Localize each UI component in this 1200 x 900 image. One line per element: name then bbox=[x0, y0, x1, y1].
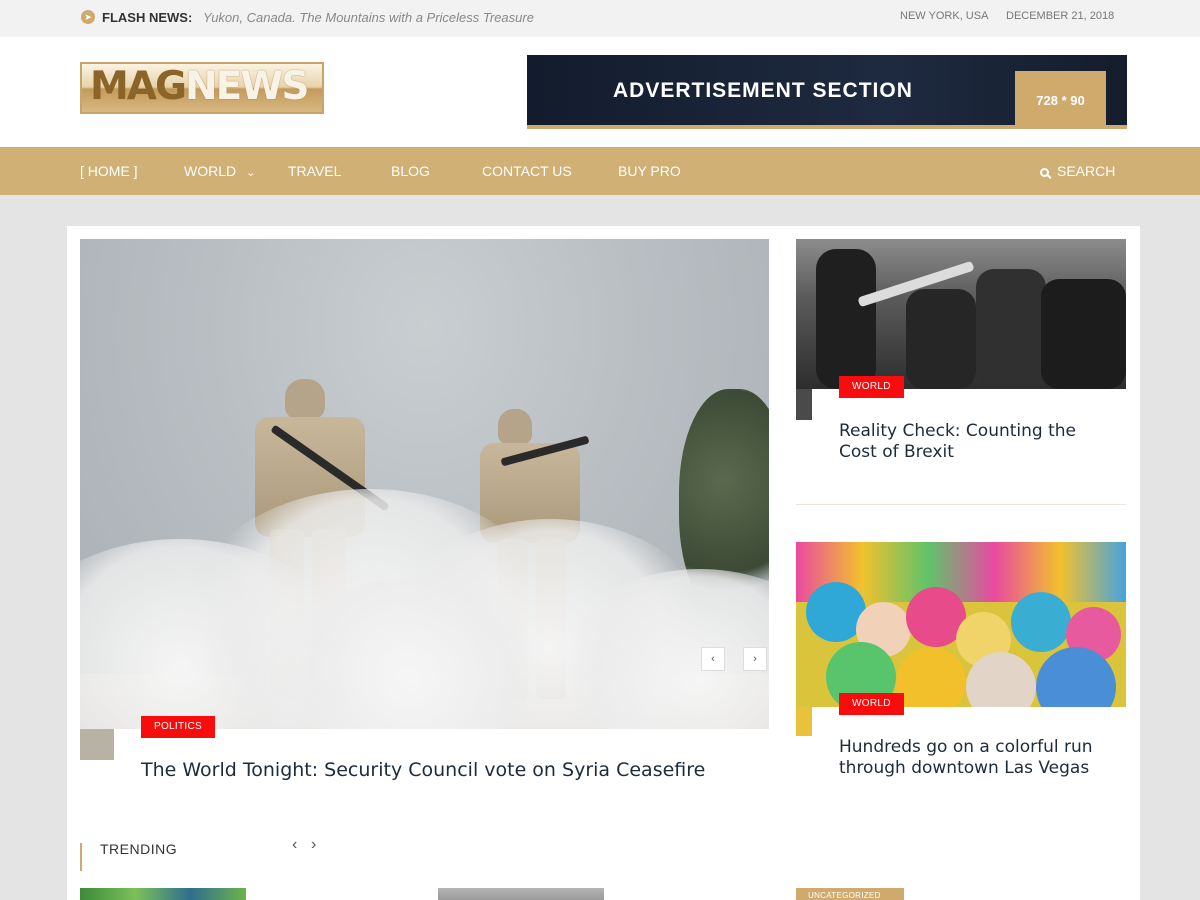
side-article-title-1[interactable]: Reality Check: Counting the Cost of Brex… bbox=[839, 421, 1119, 463]
nav-item-blog[interactable]: BLOG bbox=[391, 163, 430, 179]
nav-item-buy-pro[interactable]: BUY PRO bbox=[618, 163, 681, 179]
top-bar: ➤ FLASH NEWS: Yukon, Canada. The Mountai… bbox=[0, 0, 1200, 37]
flash-news-headline[interactable]: Yukon, Canada. The Mountains with a Pric… bbox=[203, 10, 534, 25]
category-badge-politics[interactable]: POLITICS bbox=[141, 716, 215, 738]
trending-thumbnail-2[interactable] bbox=[438, 888, 604, 900]
side-article-image-1[interactable] bbox=[796, 239, 1126, 389]
logo-part-news: NEWS bbox=[185, 64, 309, 109]
nav-item-home[interactable]: [ HOME ] bbox=[80, 163, 138, 179]
side-corner-decoration bbox=[796, 707, 812, 736]
category-badge-world-1[interactable]: WORLD bbox=[839, 376, 904, 398]
advertisement-size-badge: 728 * 90 bbox=[1015, 71, 1106, 129]
trending-heading: TRENDING bbox=[100, 841, 178, 857]
side-divider bbox=[796, 504, 1126, 505]
date-text: DECEMBER 21, 2018 bbox=[1006, 10, 1115, 22]
trending-prev-button[interactable]: ‹ bbox=[292, 836, 297, 854]
flash-news-label: FLASH NEWS: bbox=[102, 10, 193, 25]
side-corner-decoration bbox=[796, 389, 812, 420]
location-text: NEW YORK, USA bbox=[900, 10, 989, 22]
site-header: MAGNEWS ADVERTISEMENT SECTION 728 * 90 bbox=[0, 37, 1200, 147]
side-article-image-2[interactable] bbox=[796, 542, 1126, 707]
category-badge-world-2[interactable]: WORLD bbox=[839, 693, 904, 715]
trending-accent-bar bbox=[80, 843, 82, 871]
nav-item-contact-us[interactable]: CONTACT US bbox=[482, 163, 572, 179]
nav-item-world[interactable]: WORLD ⌄ bbox=[184, 163, 255, 179]
caption-corner-decoration bbox=[80, 729, 114, 760]
main-nav: [ HOME ] WORLD ⌄ TRAVEL BLOG CONTACT US B… bbox=[0, 147, 1200, 195]
search-icon bbox=[1040, 168, 1049, 177]
side-article-title-2[interactable]: Hundreds go on a colorful run through do… bbox=[839, 737, 1119, 779]
feature-title[interactable]: The World Tonight: Security Council vote… bbox=[141, 759, 705, 781]
trending-thumbnail-1[interactable] bbox=[80, 888, 246, 900]
feature-image[interactable] bbox=[80, 239, 769, 729]
category-badge-uncategorized[interactable]: UNCATEGORIZED bbox=[796, 888, 904, 900]
advertisement-banner[interactable]: ADVERTISEMENT SECTION 728 * 90 bbox=[527, 55, 1127, 129]
search-button[interactable]: SEARCH bbox=[1040, 163, 1115, 179]
flash-news-icon: ➤ bbox=[81, 10, 95, 24]
slider-prev-button[interactable]: ‹ bbox=[701, 647, 725, 671]
logo-part-mag: MAG bbox=[90, 64, 187, 109]
advertisement-title: ADVERTISEMENT SECTION bbox=[613, 79, 913, 102]
chevron-down-icon: ⌄ bbox=[246, 167, 256, 179]
nav-item-travel[interactable]: TRAVEL bbox=[288, 163, 341, 179]
search-label: SEARCH bbox=[1057, 163, 1116, 179]
trending-next-button[interactable]: › bbox=[311, 836, 316, 854]
slider-next-button[interactable]: › bbox=[743, 647, 767, 671]
site-logo[interactable]: MAGNEWS bbox=[80, 62, 324, 114]
nav-item-world-label: WORLD bbox=[184, 163, 237, 179]
